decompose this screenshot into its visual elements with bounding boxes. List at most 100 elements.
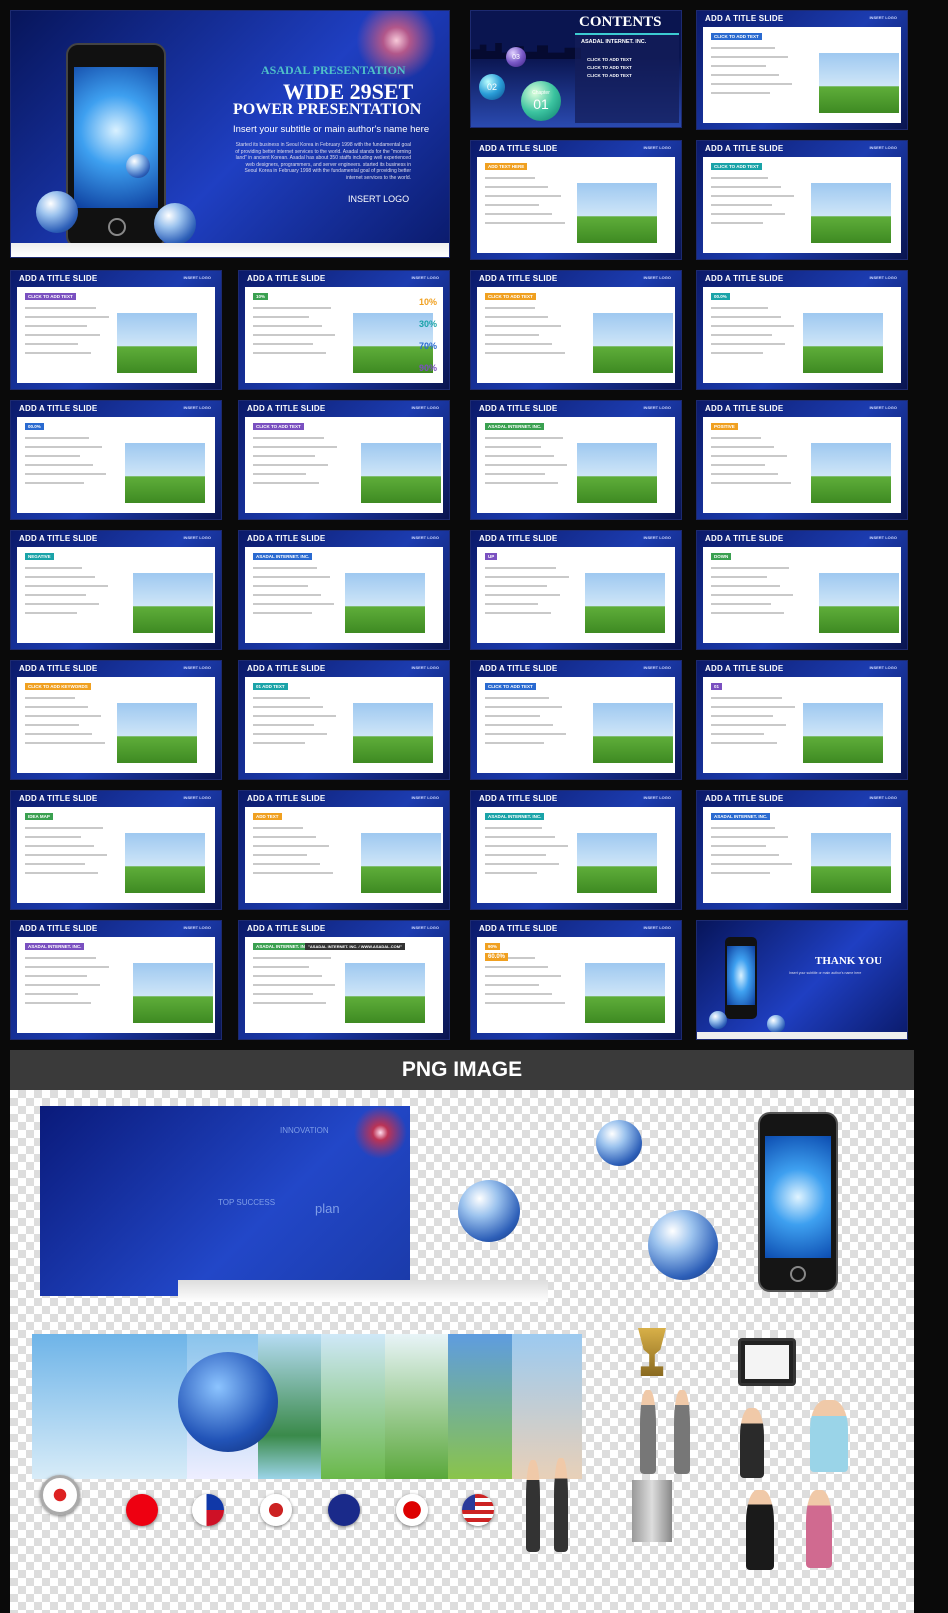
text-line — [711, 585, 780, 587]
slide-thumbnail[interactable]: ADD A TITLE SLIDE INSERT LOGO 00.0% — [696, 270, 908, 390]
slide-thumbnail[interactable]: ADD A TITLE SLIDE INSERT LOGO NEGATIVE — [10, 530, 222, 650]
text-line — [25, 742, 105, 744]
korea-flag — [260, 1494, 292, 1526]
text-line — [253, 464, 328, 466]
slide-thumbnail[interactable]: ADD A TITLE SLIDE INSERT LOGO ASADAL INTER… — [696, 790, 908, 910]
photo-image — [117, 703, 197, 763]
slide-thumbnail[interactable]: ADD A TITLE SLIDE INSERT LOGO CLICK TO ADD… — [470, 660, 682, 780]
slide-label[interactable]: CLICK TO ADD TEXT — [711, 33, 762, 40]
slide-thumbnail[interactable]: ADD A TITLE SLIDE INSERT LOGO ASADAL INTER… — [238, 920, 450, 1040]
slide-thumbnail[interactable]: ADD A TITLE SLIDE INSERT LOGO DOWN — [696, 530, 908, 650]
slide-label[interactable]: 10% — [253, 293, 269, 300]
usa-flag — [462, 1494, 494, 1526]
slide-logo: INSERT LOGO — [643, 665, 671, 670]
text-line — [485, 464, 567, 466]
slide-label[interactable]: DOWN — [711, 553, 732, 560]
slide-label[interactable]: 01 — [711, 683, 723, 690]
text-line — [25, 437, 89, 439]
text-line — [711, 742, 777, 744]
contents-slide[interactable]: CONTENTS ASADAL INTERNET. INC. CLICK TO … — [470, 10, 682, 128]
slide-label[interactable]: ADD TEXT — [253, 813, 282, 820]
slide-thumbnail[interactable]: ADD A TITLE SLIDE INSERT LOGO 90% 60.0% — [470, 920, 682, 1040]
slide-thumbnail[interactable]: ADD A TITLE SLIDE INSERT LOGO CLICK TO ADD… — [10, 660, 222, 780]
text-line — [253, 307, 331, 309]
text-line — [25, 827, 103, 829]
photo-image — [593, 313, 673, 373]
chapter-02[interactable]: 02 — [479, 74, 505, 100]
text-line — [485, 603, 538, 605]
slide-label[interactable]: POSITIVE — [711, 423, 738, 430]
slide-label[interactable]: 00.0% — [25, 423, 44, 430]
slide-thumbnail[interactable]: ADD A TITLE SLIDE INSERT LOGO 01 — [696, 660, 908, 780]
slide-thumbnail[interactable]: ADD A TITLE SLIDE INSERT LOGO ASADAL INTER… — [238, 530, 450, 650]
slide-thumbnail[interactable]: ADD A TITLE SLIDE INSERT LOGO ADD TEXT — [238, 790, 450, 910]
slide-label[interactable]: ASADAL INTERNET. INC. — [253, 553, 313, 560]
slide-label[interactable]: 00.0% — [711, 293, 730, 300]
slide-thumbnail[interactable]: ADD A TITLE SLIDE INSERT LOGO CLICK TO ADD… — [470, 270, 682, 390]
text-line — [253, 594, 321, 596]
sphere-image — [709, 1011, 727, 1029]
text-line — [711, 195, 794, 197]
korea-flag-magnifier — [40, 1475, 80, 1515]
text-line — [253, 957, 331, 959]
text-line — [711, 334, 772, 336]
slide-thumbnail[interactable]: ADD A TITLE SLIDE INSERT LOGO ASADAL INTER… — [10, 920, 222, 1040]
chapter-number: 01 — [533, 96, 549, 112]
text-line — [253, 697, 310, 699]
slide-thumbnail[interactable]: ADD A TITLE SLIDE INSERT LOGO ASADAL INTER… — [470, 790, 682, 910]
text-line — [485, 567, 556, 569]
text-line — [711, 177, 768, 179]
slide-thumbnail[interactable]: ADD A TITLE SLIDE INSERT LOGO 01 ADD TEXT — [238, 660, 450, 780]
text-line — [711, 863, 792, 865]
slide-label[interactable]: UP — [485, 553, 498, 560]
slide-label[interactable]: CLICK TO ADD TEXT — [25, 293, 76, 300]
slide-thumbnail[interactable]: ADD A TITLE SLIDE INSERT LOGO ASADAL INTER… — [470, 400, 682, 520]
slide-thumbnail[interactable]: ADD A TITLE SLIDE INSERT LOGO 10% 10% 30% 70%… — [238, 270, 450, 390]
slide-label[interactable]: ASADAL INTERNET. INC. — [485, 813, 545, 820]
slide-logo: INSERT LOGO — [411, 795, 439, 800]
slide-label[interactable]: CLICK TO ADD TEXT — [485, 293, 536, 300]
background-image: INNOVATION TOP SUCCESS plan — [40, 1106, 410, 1296]
slide-label[interactable]: 90% — [485, 943, 501, 950]
slide-label[interactable]: ASADAL INTERNET. INC. — [485, 423, 545, 430]
slide-label[interactable]: 01 ADD TEXT — [253, 683, 288, 690]
text-line — [485, 724, 553, 726]
slide-thumbnail[interactable]: ADD A TITLE SLIDE INSERT LOGO CLICK TO ADD… — [696, 10, 908, 130]
slide-thumbnail[interactable]: ADD A TITLE SLIDE INSERT LOGO ADD TEXT HER… — [470, 140, 682, 260]
slide-label[interactable]: ASADAL INTERNET. INC. — [253, 943, 313, 950]
chapter-01[interactable]: Chapter 01 — [521, 81, 561, 121]
contents-item[interactable]: CLICK TO ADD TEXT — [587, 73, 632, 78]
text-line — [253, 334, 335, 336]
slide-thumbnail[interactable]: ADD A TITLE SLIDE INSERT LOGO POSITIVE — [696, 400, 908, 520]
text-line — [253, 966, 309, 968]
slide-logo: INSERT LOGO — [411, 925, 439, 930]
slide-label[interactable]: ADD TEXT HERE — [485, 163, 528, 170]
slide-label[interactable]: ASADAL INTERNET. INC. — [25, 943, 85, 950]
text-line — [711, 56, 788, 58]
slide-thumbnail[interactable]: ADD A TITLE SLIDE INSERT LOGO 00.0% — [10, 400, 222, 520]
slide-thumbnail[interactable]: ADD A TITLE SLIDE INSERT LOGO CLICK TO ADD… — [696, 140, 908, 260]
contents-item[interactable]: CLICK TO ADD TEXT — [587, 57, 632, 62]
slide-label[interactable]: ASADAL INTERNET. INC. — [711, 813, 771, 820]
cover-slide[interactable]: ASADAL PRESENTATION WIDE 29SET POWER PRE… — [10, 10, 450, 258]
slide-body: 01 ADD TEXT — [245, 677, 443, 773]
slide-label[interactable]: CLICK TO ADD KEYWORDS — [25, 683, 91, 690]
slide-label[interactable]: IDEA MAP — [25, 813, 53, 820]
slide-thumbnail[interactable]: ADD A TITLE SLIDE INSERT LOGO CLICK TO ADD… — [10, 270, 222, 390]
text-line — [485, 204, 539, 206]
slide-body: NEGATIVE — [17, 547, 215, 643]
slide-label[interactable]: CLICK TO ADD TEXT — [711, 163, 762, 170]
slide-body: IDEA MAP — [17, 807, 215, 903]
slide-label[interactable]: CLICK TO ADD TEXT — [253, 423, 304, 430]
slide-thumbnail[interactable]: ADD A TITLE SLIDE INSERT LOGO UP — [470, 530, 682, 650]
contents-item[interactable]: CLICK TO ADD TEXT — [587, 65, 632, 70]
text-line — [253, 984, 335, 986]
thankyou-slide[interactable]: THANK YOU Insert your subtitle or main a… — [696, 920, 908, 1040]
chapter-03[interactable]: 03 — [506, 47, 526, 67]
slide-thumbnail[interactable]: ADD A TITLE SLIDE INSERT LOGO IDEA MAP — [10, 790, 222, 910]
photo-image — [133, 573, 213, 633]
text-line — [253, 455, 315, 457]
slide-thumbnail[interactable]: ADD A TITLE SLIDE INSERT LOGO CLICK TO ADD… — [238, 400, 450, 520]
slide-label[interactable]: CLICK TO ADD TEXT — [485, 683, 536, 690]
slide-label[interactable]: NEGATIVE — [25, 553, 54, 560]
